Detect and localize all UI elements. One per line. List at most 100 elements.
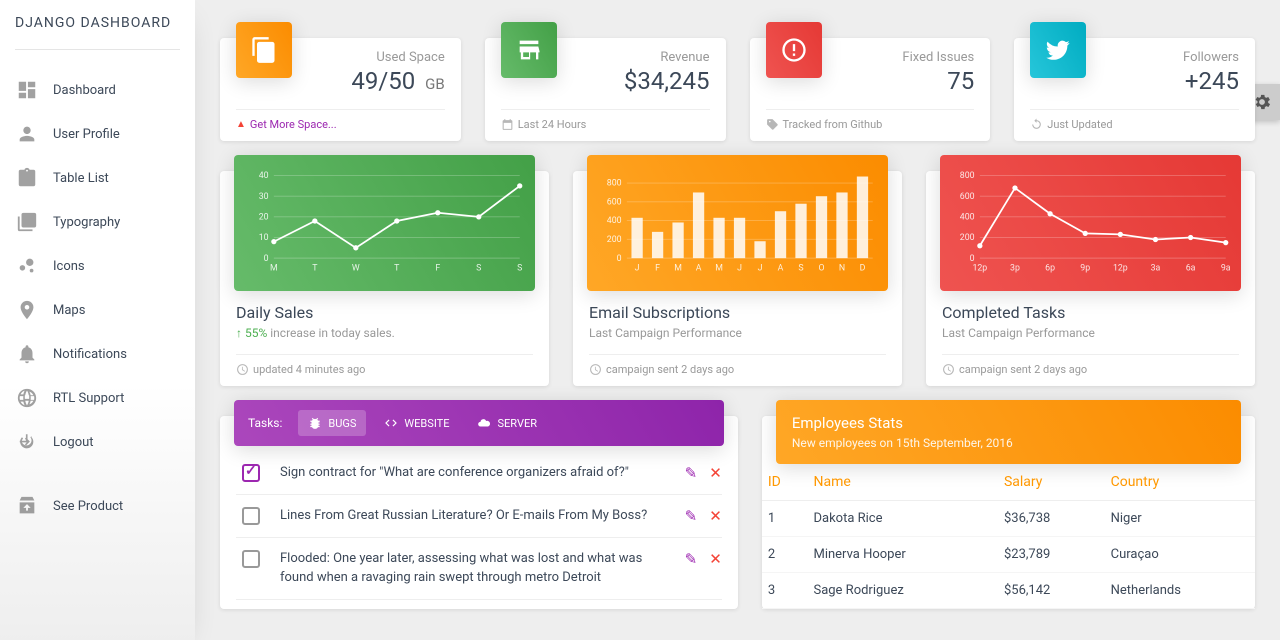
chart-subtitle: Last Campaign Performance xyxy=(589,326,886,340)
svg-text:40: 40 xyxy=(259,171,269,181)
chart-subtitle: Last Campaign Performance xyxy=(942,326,1239,340)
svg-text:12p: 12p xyxy=(1113,263,1128,273)
language-icon xyxy=(15,386,39,410)
svg-text:200: 200 xyxy=(960,233,975,243)
tab-server[interactable]: SERVER xyxy=(467,410,547,436)
svg-text:600: 600 xyxy=(960,192,975,202)
update-icon xyxy=(1030,118,1043,131)
svg-text:S: S xyxy=(517,263,522,273)
nav-label: Notifications xyxy=(53,347,127,362)
employees-header: Employees Stats New employees on 15th Se… xyxy=(776,400,1241,464)
cloud-icon xyxy=(477,416,491,430)
nav-label: Maps xyxy=(53,303,85,318)
chart-canvas: 0200400600800JFMAMJJASOND xyxy=(587,155,888,291)
task-checkbox[interactable] xyxy=(242,550,260,568)
task-checkbox[interactable] xyxy=(242,507,260,525)
edit-icon[interactable]: ✎ xyxy=(685,550,698,568)
table-row: 2Minerva Hooper$23,789Curaçao xyxy=(762,537,1255,573)
edit-icon[interactable]: ✎ xyxy=(685,464,698,482)
nav-label: Typography xyxy=(53,215,120,230)
stat-footer: Just Updated xyxy=(1047,118,1112,131)
tab-bugs[interactable]: BUGS xyxy=(298,410,366,436)
sidebar-item-user-profile[interactable]: User Profile xyxy=(0,112,195,156)
svg-text:S: S xyxy=(798,263,803,273)
chart-title: Daily Sales xyxy=(236,303,533,322)
warning-icon: ▲ xyxy=(236,119,246,130)
svg-text:O: O xyxy=(818,263,824,273)
employees-subtitle: New employees on 15th September, 2016 xyxy=(792,436,1225,450)
sidebar-item-dashboard[interactable]: Dashboard xyxy=(0,68,195,112)
svg-text:3p: 3p xyxy=(1010,263,1020,273)
stat-card-used-space: Used Space 49/50 GB ▲Get More Space... xyxy=(220,38,461,141)
svg-text:A: A xyxy=(696,263,702,273)
task-checkbox[interactable] xyxy=(242,464,260,482)
svg-text:T: T xyxy=(312,263,318,273)
code-icon xyxy=(384,416,398,430)
close-icon[interactable]: ✕ xyxy=(709,507,722,525)
sidebar-item-logout[interactable]: Logout xyxy=(0,420,195,464)
col-name: Name xyxy=(807,464,997,501)
nav-label: Table List xyxy=(53,171,109,186)
edit-icon[interactable]: ✎ xyxy=(685,507,698,525)
svg-text:800: 800 xyxy=(607,179,622,189)
svg-text:6a: 6a xyxy=(1186,263,1196,273)
col-salary: Salary xyxy=(998,464,1105,501)
svg-text:400: 400 xyxy=(960,212,975,222)
nav-label: Dashboard xyxy=(53,83,116,98)
svg-text:3a: 3a xyxy=(1151,263,1161,273)
clock-icon xyxy=(942,363,955,376)
stat-footer-link[interactable]: Get More Space... xyxy=(250,118,337,131)
task-row: Lines From Great Russian Literature? Or … xyxy=(236,495,722,538)
library-icon xyxy=(15,210,39,234)
sidebar-item-see-product[interactable]: See Product xyxy=(0,484,195,528)
chart-title: Completed Tasks xyxy=(942,303,1239,322)
clock-icon xyxy=(589,363,602,376)
task-row: Flooded: One year later, assessing what … xyxy=(236,538,722,599)
charts-row: 010203040MTWTFSS Daily Sales ↑ 55% incre… xyxy=(220,171,1255,386)
tasks-label: Tasks: xyxy=(248,416,282,430)
sidebar-item-maps[interactable]: Maps xyxy=(0,288,195,332)
svg-text:800: 800 xyxy=(960,171,975,181)
nav-label: Icons xyxy=(53,259,85,274)
svg-text:6p: 6p xyxy=(1045,263,1055,273)
task-text: Sign contract for "What are conference o… xyxy=(280,464,685,482)
svg-text:0: 0 xyxy=(970,254,975,264)
sidebar-item-icons[interactable]: Icons xyxy=(0,244,195,288)
col-country: Country xyxy=(1105,464,1255,501)
app-logo: DJANGO DASHBOARD xyxy=(0,0,195,41)
sidebar: DJANGO DASHBOARD Dashboard User Profile … xyxy=(0,0,195,640)
tab-website[interactable]: WEBSITE xyxy=(374,410,459,436)
chart-subtitle: ↑ 55% increase in today sales. xyxy=(236,326,533,340)
chart-card-daily-sales: 010203040MTWTFSS Daily Sales ↑ 55% incre… xyxy=(220,171,549,386)
sidebar-item-table-list[interactable]: Table List xyxy=(0,156,195,200)
chart-footer: campaign sent 2 days ago xyxy=(959,363,1087,376)
task-text: Flooded: One year later, assessing what … xyxy=(280,550,685,586)
task-text: Lines From Great Russian Literature? Or … xyxy=(280,507,685,525)
sidebar-item-typography[interactable]: Typography xyxy=(0,200,195,244)
task-row: Sign contract for "What are conference o… xyxy=(236,452,722,495)
close-icon[interactable]: ✕ xyxy=(709,550,722,568)
chart-footer: updated 4 minutes ago xyxy=(253,363,365,376)
tasks-card: Tasks: BUGS WEBSITE SERVER Sign contract… xyxy=(220,416,738,609)
stat-footer: Tracked from Github xyxy=(783,118,883,131)
stat-card-followers: Followers +245 Just Updated xyxy=(1014,38,1255,141)
svg-text:0: 0 xyxy=(617,254,622,264)
svg-text:F: F xyxy=(655,263,660,273)
svg-text:0: 0 xyxy=(264,254,269,264)
stat-card-revenue: Revenue $34,245 Last 24 Hours xyxy=(485,38,726,141)
svg-text:J: J xyxy=(758,263,763,273)
tasks-header: Tasks: BUGS WEBSITE SERVER xyxy=(234,400,724,446)
svg-text:30: 30 xyxy=(259,192,269,202)
svg-text:S: S xyxy=(476,263,481,273)
clipboard-icon xyxy=(15,166,39,190)
sidebar-item-rtl[interactable]: RTL Support xyxy=(0,376,195,420)
close-icon[interactable]: ✕ xyxy=(709,464,722,482)
calendar-icon xyxy=(501,118,514,131)
location-icon xyxy=(15,298,39,322)
nav-label: User Profile xyxy=(53,127,120,142)
clock-icon xyxy=(236,363,249,376)
svg-text:J: J xyxy=(737,263,742,273)
sidebar-item-notifications[interactable]: Notifications xyxy=(0,332,195,376)
svg-text:D: D xyxy=(860,263,866,273)
dashboard-icon xyxy=(15,78,39,102)
